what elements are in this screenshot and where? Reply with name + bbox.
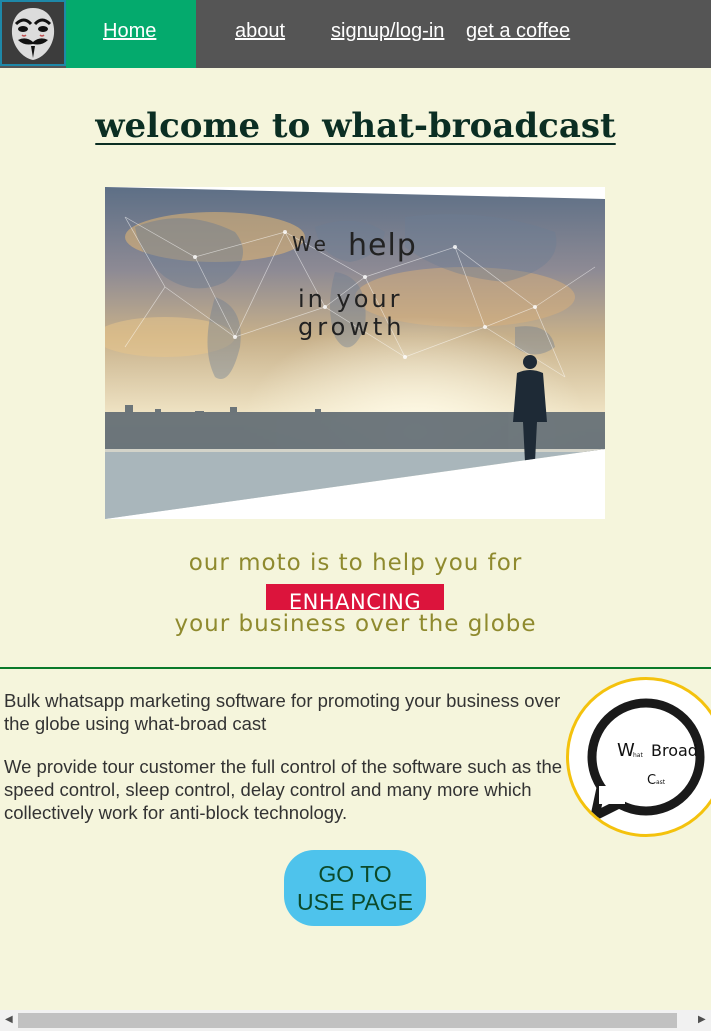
site-logo[interactable] — [0, 0, 66, 66]
go-to-use-page-button[interactable]: GO TO USE PAGE — [284, 850, 426, 926]
page-title: welcome to what-broadcast — [95, 106, 616, 146]
logo-text-hat: hat — [633, 752, 643, 759]
anonymous-mask-icon — [2, 2, 64, 64]
scroll-right-arrow-icon[interactable]: ▶ — [698, 1014, 706, 1025]
logo-text-ast: ast — [656, 779, 666, 786]
moto-line-2: your business over the globe — [174, 611, 537, 637]
top-navbar: Home about signup/log-in get a coffee — [0, 0, 711, 68]
horizontal-scrollbar[interactable]: ◀ ▶ — [0, 1010, 711, 1031]
banner-text-we: We — [292, 232, 329, 256]
nav-link-about[interactable]: about — [235, 20, 285, 43]
nav-link-home[interactable]: Home — [103, 20, 156, 43]
logo-letter-c: C — [647, 773, 656, 788]
go-button-line-1: GO TO — [318, 861, 392, 887]
logo-text-broad: Broad — [651, 741, 698, 760]
nav-link-signup-login[interactable]: signup/log-in — [331, 20, 444, 43]
description-paragraph-1: Bulk whatsapp marketing software for pro… — [4, 690, 561, 734]
hero-banner-image: We help in your growth — [105, 187, 605, 519]
scroll-left-arrow-icon[interactable]: ◀ — [5, 1014, 13, 1025]
section-divider — [0, 667, 711, 669]
nav-link-get-a-coffee[interactable]: get a coffee — [466, 20, 570, 43]
banner-text-growth: growth — [298, 313, 406, 341]
go-button-line-2: USE PAGE — [297, 889, 413, 915]
what-broadcast-logo: W hat Broad C ast — [566, 677, 711, 837]
moto-line-1: our moto is to help you for — [188, 550, 523, 576]
moto-highlight-enhancing: ENHANCING — [266, 584, 444, 610]
banner-text-help: help — [348, 228, 417, 263]
description-paragraph-2: We provide tour customer the full contro… — [4, 756, 563, 823]
scrollbar-thumb[interactable] — [18, 1013, 677, 1028]
banner-text-in-your: in your — [298, 285, 402, 313]
